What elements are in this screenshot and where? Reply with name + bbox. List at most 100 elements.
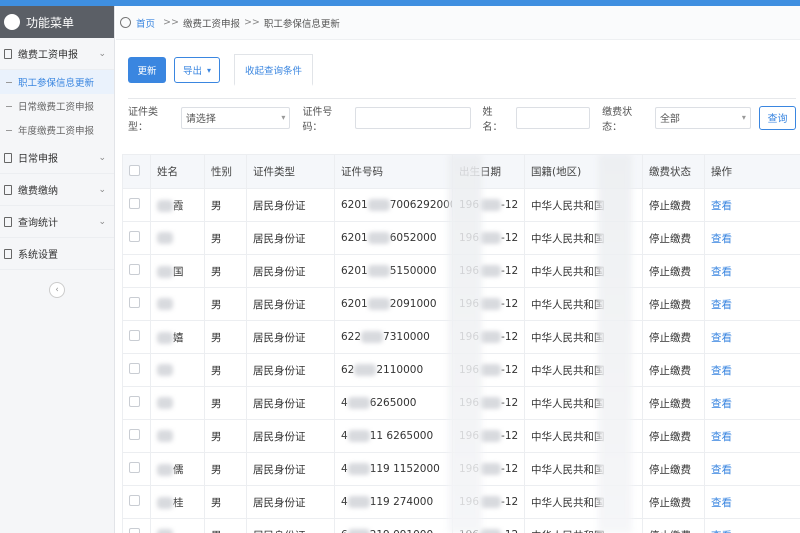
row-checkbox[interactable] bbox=[129, 462, 140, 473]
table-row: 男居民身份证 6 219 091000 196 -12 中华人民共和国停止缴费查看 bbox=[122, 518, 800, 533]
id-prefix: 4 bbox=[341, 397, 348, 409]
birth-suffix: -12 bbox=[501, 397, 519, 409]
pay-status-cell: 停止缴费 bbox=[642, 452, 705, 486]
birth-prefix: 196 bbox=[459, 199, 480, 211]
id-type-value: 请选择 bbox=[185, 114, 216, 125]
id-number-cell: 622 7310000 bbox=[334, 320, 453, 354]
actions-cell: 查看 bbox=[704, 188, 800, 222]
id-type-label: 证件类型： bbox=[128, 106, 158, 133]
birth-prefix: 196 bbox=[459, 430, 480, 442]
breadcrumb-level1[interactable]: 缴费工资申报 bbox=[183, 16, 240, 30]
view-link[interactable]: 查看 bbox=[711, 266, 732, 278]
view-link[interactable]: 查看 bbox=[711, 398, 732, 410]
redacted-mark bbox=[479, 331, 502, 343]
pay-status-select[interactable]: 全部 ▾ bbox=[654, 106, 751, 129]
table-row: 桂 男居民身份证 4 119 274000 196 -12 中华人民共和国 停止缴费 查看 bbox=[122, 485, 800, 519]
gender-cell: 男 bbox=[204, 188, 247, 222]
view-link[interactable]: 查看 bbox=[711, 464, 732, 476]
birth-prefix: 196 bbox=[459, 397, 480, 409]
id-type-cell: 居民身份证 bbox=[246, 188, 335, 222]
name-value: 嬉 bbox=[173, 331, 184, 344]
id-type-cell: 居民身份证 bbox=[246, 419, 335, 453]
actions-cell: 查看 bbox=[704, 386, 800, 420]
query-button[interactable]: 查询 bbox=[758, 105, 797, 130]
sidebar-group-query-stats[interactable]: 查询统计 ⌄ bbox=[0, 206, 114, 238]
view-link[interactable]: 查看 bbox=[711, 332, 732, 344]
employee-table-container: 姓名 性别 证件类型 证件号码 出生日期 国籍(地区) 缴费状态 操作 霞男居民… bbox=[122, 154, 800, 533]
folder-icon bbox=[4, 152, 12, 163]
column-header-id-number[interactable]: 证件号码 bbox=[334, 154, 453, 189]
view-link[interactable]: 查看 bbox=[711, 365, 732, 377]
row-checkbox[interactable] bbox=[129, 528, 140, 533]
id-suffix: 2110000 bbox=[376, 364, 424, 376]
name-cell: 国 bbox=[150, 254, 205, 288]
view-link[interactable]: 查看 bbox=[711, 299, 732, 311]
id-number-label: 证件号码： bbox=[302, 106, 333, 133]
select-all-checkbox[interactable] bbox=[129, 164, 140, 176]
redacted-mark bbox=[157, 199, 173, 212]
pay-status-cell: 停止缴费 bbox=[642, 485, 705, 519]
pay-status-cell: 停止缴费 bbox=[642, 419, 705, 453]
sidebar-item-employee-info-update[interactable]: 职工参保信息更新 bbox=[0, 70, 114, 94]
row-checkbox[interactable] bbox=[129, 495, 140, 506]
pay-status-cell: 停止缴费 bbox=[642, 518, 705, 533]
row-checkbox[interactable] bbox=[129, 429, 140, 440]
view-link[interactable]: 查看 bbox=[711, 497, 732, 509]
birth-date-cell: 196 -12 bbox=[452, 485, 525, 519]
column-header-name[interactable]: 姓名 bbox=[150, 154, 205, 189]
id-number-cell: 62 2110000 bbox=[334, 353, 453, 387]
breadcrumb: 首页 >> 缴费工资申报 >> 职工参保信息更新 bbox=[116, 6, 800, 40]
name-input[interactable] bbox=[515, 106, 591, 129]
column-header-birth-date[interactable]: 出生日期 bbox=[452, 154, 525, 189]
row-checkbox[interactable] bbox=[129, 363, 140, 374]
update-button[interactable]: 更新 bbox=[128, 57, 166, 83]
sidebar-item-daily-wage-declaration[interactable]: 日常缴费工资申报 bbox=[0, 94, 114, 118]
gender-cell: 男 bbox=[204, 386, 247, 420]
redacted-mark bbox=[347, 463, 370, 475]
tab-collapse-filters[interactable]: 收起查询条件 bbox=[234, 54, 314, 86]
row-checkbox[interactable] bbox=[129, 330, 140, 341]
chevron-left-icon: ‹ bbox=[55, 285, 59, 295]
row-select-cell bbox=[122, 485, 151, 519]
sidebar-group-system-settings[interactable]: 系统设置 bbox=[0, 238, 114, 270]
sidebar-item-annual-wage-declaration[interactable]: 年度缴费工资申报 bbox=[0, 118, 114, 142]
row-checkbox[interactable] bbox=[129, 198, 140, 209]
id-type-select[interactable]: 请选择 ▾ bbox=[180, 106, 291, 129]
view-link[interactable]: 查看 bbox=[711, 431, 732, 443]
name-cell: 嬉 bbox=[150, 320, 205, 354]
table-row: 男居民身份证 4 6265000 196 -12 中华人民共和国 停止缴费 查看 bbox=[122, 386, 800, 420]
view-link[interactable]: 查看 bbox=[711, 200, 732, 212]
column-header-gender[interactable]: 性别 bbox=[204, 154, 247, 189]
column-header-nationality[interactable]: 国籍(地区) bbox=[524, 154, 643, 189]
row-checkbox[interactable] bbox=[129, 396, 140, 407]
menu-logo-icon bbox=[4, 14, 20, 30]
id-prefix: 6201 bbox=[341, 298, 368, 310]
redacted-mark bbox=[479, 463, 502, 475]
sidebar-group-daily-declaration[interactable]: 日常申报 ⌄ bbox=[0, 142, 114, 174]
sidebar-collapse-button[interactable]: ‹ bbox=[49, 282, 65, 298]
row-checkbox[interactable] bbox=[129, 264, 140, 275]
id-type-cell: 居民身份证 bbox=[246, 320, 335, 354]
row-select-cell bbox=[122, 254, 151, 288]
actions-cell: 查看 bbox=[704, 518, 800, 533]
column-header-id-type[interactable]: 证件类型 bbox=[246, 154, 335, 189]
chevron-down-icon: ▾ bbox=[281, 113, 286, 122]
sidebar-group-payment[interactable]: 缴费缴纳 ⌄ bbox=[0, 174, 114, 206]
redacted-mark bbox=[157, 397, 173, 409]
row-checkbox[interactable] bbox=[129, 231, 140, 242]
view-link[interactable]: 查看 bbox=[711, 530, 732, 533]
sidebar-group-wage-declaration[interactable]: 缴费工资申报 ⌄ bbox=[0, 38, 114, 70]
id-suffix: 7006292000 bbox=[389, 199, 453, 211]
redacted-mark bbox=[157, 364, 173, 376]
row-checkbox[interactable] bbox=[129, 297, 140, 308]
export-dropdown-button[interactable]: 导出 ▾ bbox=[174, 57, 220, 83]
column-header-pay-status[interactable]: 缴费状态 bbox=[642, 154, 705, 189]
redacted-mark bbox=[157, 529, 173, 533]
actions-cell: 查看 bbox=[704, 353, 800, 387]
id-number-input[interactable] bbox=[355, 106, 471, 129]
redacted-mark bbox=[479, 199, 502, 211]
breadcrumb-home-link[interactable]: 首页 bbox=[136, 16, 155, 30]
view-link[interactable]: 查看 bbox=[711, 233, 732, 245]
name-value: 国 bbox=[173, 265, 184, 278]
birth-suffix: -12 bbox=[501, 364, 519, 376]
